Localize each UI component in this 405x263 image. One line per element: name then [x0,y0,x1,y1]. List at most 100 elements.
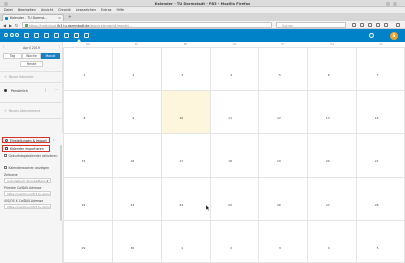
home-icon[interactable] [376,22,380,27]
avatar[interactable]: S [390,32,398,40]
search-input[interactable]: Suchen [276,22,346,28]
new-calendar-label: Neuer Kalender [8,75,34,79]
gear-icon [4,138,9,143]
bookmark-icon[interactable] [352,22,356,27]
timezone-select[interactable]: Automatisch (Europe/Berlin) ▾ [4,178,51,183]
plus-icon: + [4,109,7,113]
weeknumbers-checkbox[interactable]: Kalenderwochen anzeigen [4,166,49,170]
next-month-icon[interactable]: › [59,45,60,49]
day-number[interactable]: 3 [175,73,183,77]
day-number[interactable]: 27 [322,203,330,207]
url-input[interactable]: https://nextcloud.fb3.tu-darmstadt.de/ap… [22,22,272,28]
share-icon[interactable]: ⟨ [45,88,46,92]
activity-app-icon[interactable] [34,32,39,38]
day-number[interactable]: 16 [126,159,134,163]
day-number[interactable]: 13 [322,116,330,120]
day-number[interactable]: 12 [273,116,281,120]
day-number[interactable]: 23 [126,203,134,207]
view-day-button[interactable]: Tag [3,53,22,59]
day-number[interactable]: 21 [371,159,379,163]
day-number[interactable]: 26 [273,203,281,207]
checkbox-box[interactable] [4,154,7,158]
day-number[interactable]: 5 [273,73,281,77]
day-number[interactable]: 24 [175,203,183,207]
caldav-ios-field[interactable]: https://nextcloud.fb3.tu-darmstadt.de/..… [4,204,51,209]
day-number[interactable]: 7 [371,73,379,77]
menu-item-help[interactable]: Hilfe [116,8,124,12]
nextcloud-logo-icon[interactable] [4,33,20,38]
browser-tab[interactable]: Kalender - TU Darmst... × [2,14,64,21]
header-search-icon[interactable] [369,33,374,38]
day-number[interactable]: 4 [322,246,330,250]
day-number[interactable]: 9 [126,116,134,120]
menu-item-tools[interactable]: Extras [101,8,111,12]
view-month-button[interactable]: Monat [41,53,60,59]
new-tab-button[interactable]: + [68,15,72,20]
menu-item-history[interactable]: Chronik [58,8,71,12]
day-number[interactable]: 17 [175,159,183,163]
menu-item-bookmarks[interactable]: Lesezeichen [76,8,96,12]
day-number[interactable]: 5 [371,246,379,250]
day-number[interactable]: 1 [77,73,86,77]
menu-item-file[interactable]: Datei [4,8,13,12]
day-number[interactable]: 1 [175,246,183,250]
gallery-app-icon[interactable] [44,32,49,38]
download-icon[interactable] [368,22,372,27]
month-label[interactable]: April 2019 [3,46,60,50]
day-number[interactable]: 10 [175,116,183,120]
day-number[interactable]: 29 [77,246,86,250]
extension-icon[interactable] [384,22,388,27]
plus-icon: + [4,75,7,79]
day-number[interactable]: 6 [322,73,330,77]
new-calendar-button[interactable]: + Neuer Kalender [4,75,33,79]
forward-icon[interactable]: ▶ [8,23,13,28]
checkbox-box[interactable] [4,166,7,170]
month-grid: 1 2 3 4 5 6 7 8 9 10 11 12 13 14 15 16 17 18 19 20 21 22 23 24 2… [63,47,405,263]
library-icon[interactable] [360,22,364,27]
new-subscription-button[interactable]: + Neues Abonnement [4,109,40,113]
menu-item-edit[interactable]: Bearbeiten [18,8,36,12]
settings-toggle[interactable]: Einstellungen & Import [2,136,50,143]
reload-icon[interactable]: ↻ [14,23,19,28]
view-week-button[interactable]: Woche [22,53,41,59]
grid-column-line [258,47,260,263]
today-button[interactable]: Heute [20,61,43,67]
more-apps-icon[interactable] [84,32,89,38]
day-number[interactable]: 8 [77,116,86,120]
month-calendar: Mo Di Mi Do Fr Sa So 1 2 3 4 5 6 7 8 9 10 11 12 13 14… [63,42,405,263]
sidebar-scrollbar[interactable] [60,145,62,221]
day-number[interactable]: 11 [224,116,232,120]
minimize-icon[interactable] [386,1,390,6]
day-number[interactable]: 15 [77,159,86,163]
caldav-primary-field[interactable]: https://nextcloud.fb3.tu-darmstadt.de/..… [4,191,51,196]
day-number[interactable]: 20 [322,159,330,163]
import-calendar-button[interactable]: Kalender importieren [2,145,50,152]
close-window-icon[interactable] [393,1,397,6]
day-number[interactable]: 2 [126,73,134,77]
contacts-app-icon[interactable] [64,32,69,38]
day-number[interactable]: 18 [224,159,232,163]
day-number[interactable]: 30 [126,246,134,250]
day-number[interactable]: 22 [77,203,86,207]
back-icon[interactable]: ◀ [2,23,7,28]
day-number[interactable]: 2 [224,246,232,250]
hamburger-menu-icon[interactable] [396,22,400,27]
calendar-app-icon[interactable] [74,32,79,38]
tab-close-icon[interactable]: × [58,16,61,20]
new-subscription-label: Neues Abonnement [8,109,41,113]
day-number[interactable]: 3 [273,246,281,250]
calendar-list-item[interactable]: Persönlich ⟨ ⋯ [4,88,60,94]
day-number[interactable]: 4 [224,73,232,77]
birthday-checkbox[interactable]: Geburtstagskalender aktivieren [4,154,59,158]
mail-app-icon[interactable] [54,32,59,38]
day-number[interactable]: 25 [224,203,232,207]
menu-item-view[interactable]: Ansicht [41,8,53,12]
files-app-icon[interactable] [24,32,29,38]
calendar-color-dot[interactable] [4,89,7,93]
day-number[interactable]: 14 [371,116,379,120]
day-number[interactable]: 28 [371,203,379,207]
navigation-toolbar: ◀ ▶ ↻ https://nextcloud.fb3.tu-darmstadt… [0,21,405,29]
more-options-icon[interactable]: ⋯ [55,88,59,92]
day-number[interactable]: 19 [273,159,281,163]
today-cell[interactable] [160,90,210,134]
